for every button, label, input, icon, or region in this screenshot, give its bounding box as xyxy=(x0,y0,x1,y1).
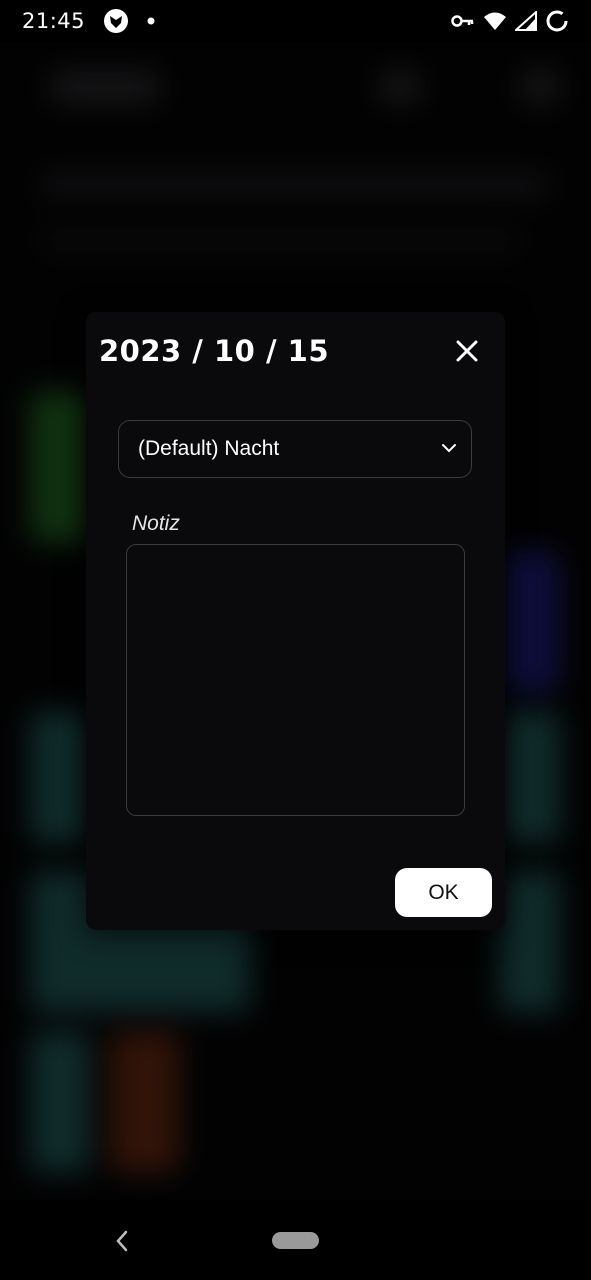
status-bar: 21:45 xyxy=(0,0,591,42)
back-chevron-icon[interactable] xyxy=(111,1228,133,1254)
app-notification-icon xyxy=(103,8,129,34)
close-icon xyxy=(456,340,478,362)
screen: 21:45 2023 / 10 / 15 (Default) Nacht Not… xyxy=(0,0,591,1280)
status-time: 21:45 xyxy=(22,9,86,33)
chevron-down-icon xyxy=(441,440,457,458)
ok-button[interactable]: OK xyxy=(395,868,492,917)
close-button[interactable] xyxy=(450,334,484,368)
note-textarea[interactable] xyxy=(126,544,465,816)
status-left: 21:45 xyxy=(22,8,155,34)
dot-icon xyxy=(147,17,155,25)
signal-icon xyxy=(515,11,537,31)
home-pill[interactable] xyxy=(272,1232,319,1249)
shift-select-value: (Default) Nacht xyxy=(138,437,280,460)
vpn-key-icon xyxy=(451,13,475,29)
wifi-icon xyxy=(483,11,507,31)
navigation-bar xyxy=(0,1200,591,1280)
status-right xyxy=(451,9,569,33)
dialog-title: 2023 / 10 / 15 xyxy=(99,334,329,368)
note-label: Notiz xyxy=(132,512,180,535)
date-note-dialog: 2023 / 10 / 15 (Default) Nacht Notiz OK xyxy=(86,312,505,930)
shift-select[interactable]: (Default) Nacht xyxy=(118,420,472,478)
battery-saver-icon xyxy=(545,9,569,33)
